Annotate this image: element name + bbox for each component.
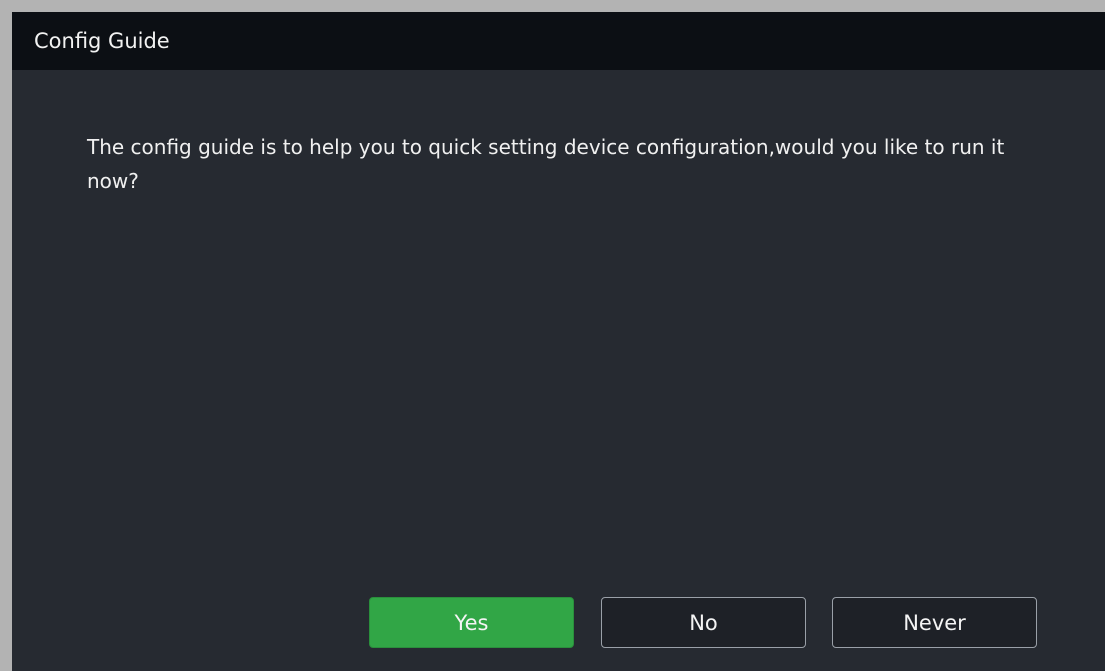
yes-button[interactable]: Yes: [369, 597, 574, 648]
dialog-title: Config Guide: [34, 29, 170, 53]
config-guide-dialog: Config Guide The config guide is to help…: [12, 12, 1105, 671]
never-button[interactable]: Never: [832, 597, 1037, 648]
window-frame-left: [0, 0, 12, 671]
dialog-titlebar: Config Guide: [12, 12, 1105, 70]
dialog-message: The config guide is to help you to quick…: [87, 135, 1005, 193]
window-frame-top: [0, 0, 1105, 12]
no-button[interactable]: No: [601, 597, 806, 648]
